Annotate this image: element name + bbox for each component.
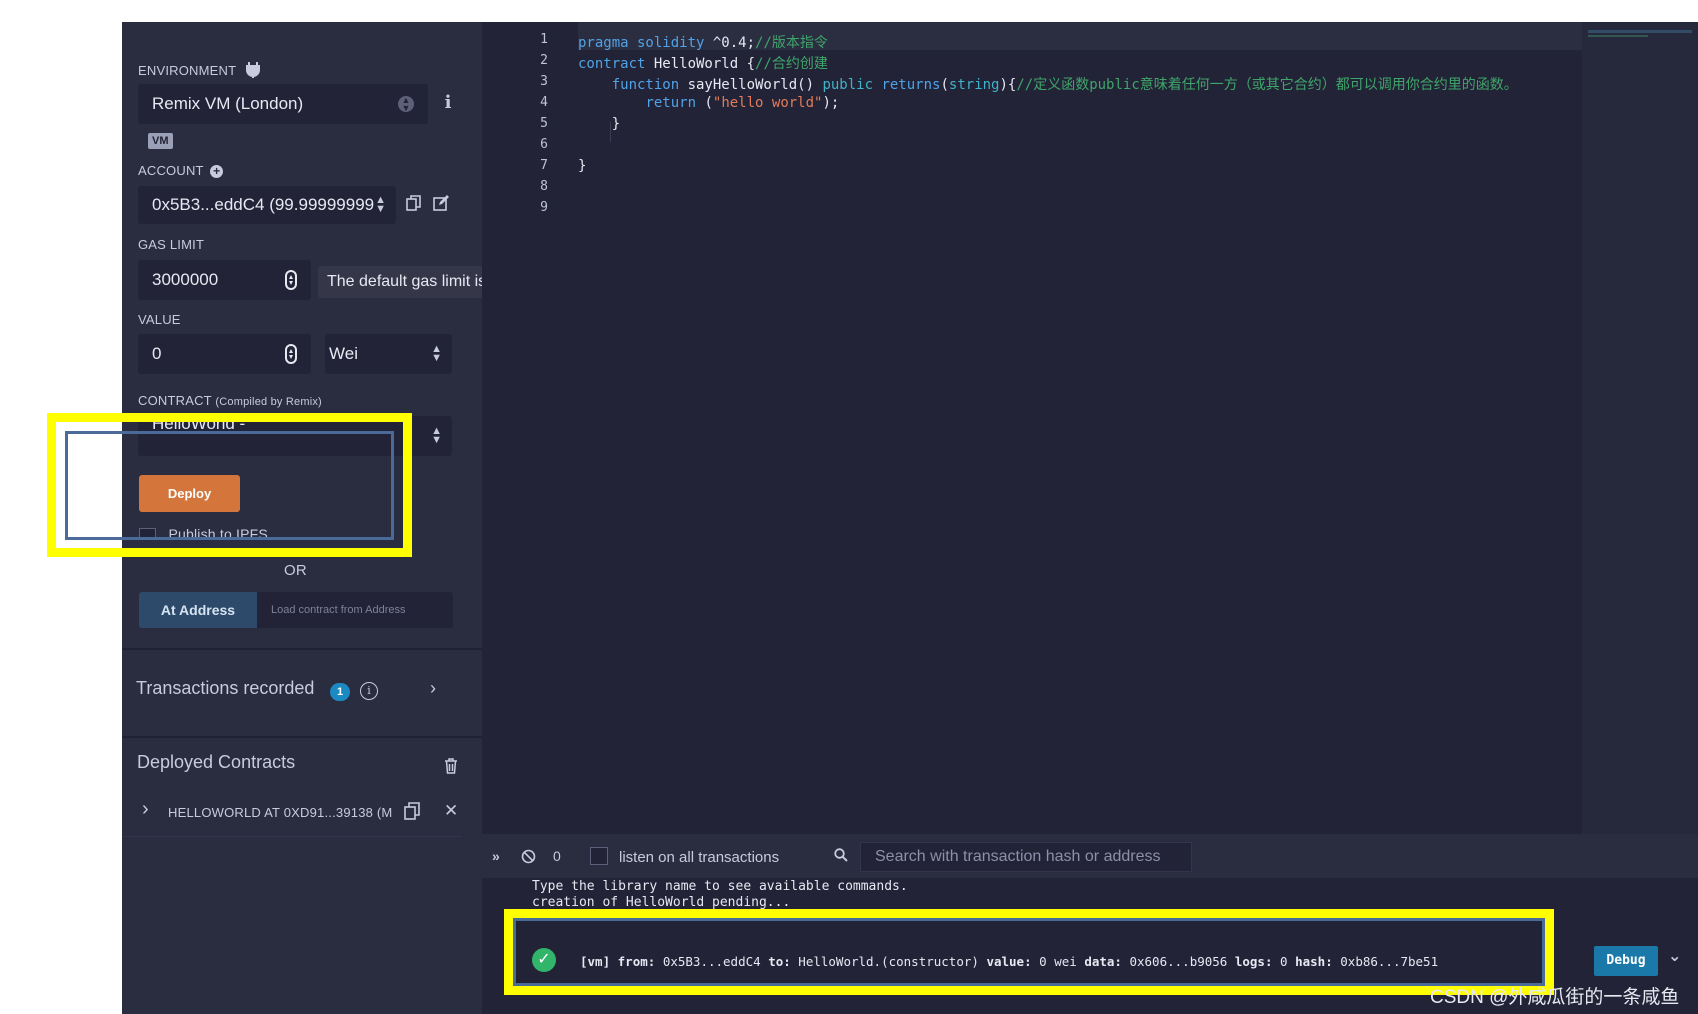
trash-icon[interactable]: [444, 758, 458, 779]
line-number: 8: [540, 179, 548, 194]
value-unit-select[interactable]: Wei ▲ ▼: [325, 334, 452, 374]
section-divider: [122, 736, 482, 738]
info-icon[interactable]: i: [440, 92, 456, 113]
value-input[interactable]: 0: [138, 334, 311, 374]
minimap[interactable]: [1582, 22, 1698, 834]
line-number: 9: [540, 200, 548, 215]
info-circle-icon[interactable]: i: [360, 682, 378, 700]
transaction-log[interactable]: [vm] from: 0x5B3...eddC4 to: HelloWorld.…: [580, 954, 1438, 969]
code-area[interactable]: [578, 22, 1582, 834]
code-line[interactable]: }: [578, 158, 586, 174]
listen-all-label: listen on all transactions: [619, 849, 780, 866]
clear-console-icon[interactable]: [521, 849, 536, 869]
value-label: VALUE: [138, 312, 181, 327]
code-token: contract: [578, 56, 654, 72]
listen-all-checkbox[interactable]: [590, 847, 608, 865]
deployed-contracts-title: Deployed Contracts: [137, 752, 296, 772]
or-label: OR: [284, 562, 307, 579]
transaction-search-input[interactable]: Search with transaction hash or address: [860, 842, 1192, 872]
line-number: 1: [540, 32, 548, 47]
contract-label: CONTRACT (Compiled by Remix): [138, 393, 322, 408]
search-icon: [834, 848, 848, 867]
chevron-right-icon[interactable]: ›: [430, 678, 436, 699]
edit-icon[interactable]: [432, 195, 450, 216]
vm-badge: VM: [148, 133, 173, 149]
code-token: ^0.4;: [712, 35, 756, 51]
code-line[interactable]: function sayHelloWorld() public returns(…: [578, 74, 1518, 94]
line-number: 3: [540, 74, 548, 89]
line-number: 6: [540, 137, 548, 152]
terminal-line: creation of HelloWorld pending...: [532, 895, 791, 910]
success-check-icon: ✓: [532, 948, 556, 972]
pending-tx-counter: 0: [553, 848, 561, 864]
code-line[interactable]: pragma solidity ^0.4;//版本指令: [578, 32, 828, 52]
indent-guide: [610, 122, 611, 142]
highlight-annotation: [47, 413, 412, 557]
environment-select[interactable]: Remix VM (London) ▲ ▼: [138, 84, 428, 124]
environment-label: ENVIRONMENT: [138, 62, 260, 81]
code-token: function: [611, 77, 688, 93]
code-token: );: [822, 95, 840, 111]
watermark: CSDN @外咸瓜街的一条咸鱼: [1430, 987, 1680, 1008]
line-number: 2: [540, 53, 548, 68]
section-divider: [122, 648, 482, 650]
select-arrows-icon: ▲ ▼: [431, 343, 442, 364]
debug-button[interactable]: Debug: [1594, 946, 1658, 976]
section-divider: [122, 836, 462, 837]
code-line[interactable]: }: [578, 116, 620, 132]
terminal-line: Type the library name to see available c…: [532, 879, 908, 894]
code-token: "hello world": [712, 95, 823, 111]
line-number: 7: [540, 158, 548, 173]
code-token: HelloWorld {: [653, 56, 756, 72]
code-token: public: [822, 77, 882, 93]
chevron-right-icon[interactable]: ›: [142, 798, 149, 821]
number-spinner-icon[interactable]: [285, 344, 297, 364]
plus-circle-icon[interactable]: +: [210, 165, 224, 179]
select-arrows-icon: ▲ ▼: [431, 425, 442, 446]
copy-icon[interactable]: [404, 195, 422, 216]
code-token: (: [704, 95, 713, 111]
copy-icon[interactable]: [404, 802, 420, 825]
code-line[interactable]: contract HelloWorld {//合约创建: [578, 53, 828, 73]
number-spinner-icon[interactable]: [285, 270, 297, 290]
close-icon[interactable]: ✕: [444, 801, 458, 821]
code-token: sayHelloWorld(): [687, 77, 823, 93]
code-token: }: [578, 116, 621, 132]
code-token: returns: [881, 77, 941, 93]
code-token: (: [940, 77, 949, 93]
code-token: string: [948, 77, 1000, 93]
plug-icon: [245, 62, 260, 81]
at-address-button[interactable]: At Address: [139, 592, 257, 628]
gas-limit-label: GAS LIMIT: [138, 237, 205, 252]
code-token: ){: [999, 77, 1017, 93]
account-label: ACCOUNT +: [138, 163, 224, 179]
code-token: return: [645, 95, 705, 111]
line-number: 4: [540, 95, 548, 110]
transactions-recorded-header[interactable]: Transactions recorded 1 i ›: [136, 678, 470, 704]
code-token: //定义函数public意味着任何一方（或其它合约）都可以调用你合约里的函数。: [1016, 77, 1518, 93]
load-address-input[interactable]: Load contract from Address: [257, 592, 453, 628]
line-number: 5: [540, 116, 548, 131]
code-token: //合约创建: [755, 56, 828, 72]
transactions-count-badge: 1: [330, 683, 350, 701]
select-arrows-icon: ▲ ▼: [375, 194, 386, 215]
select-arrows-icon: ▲ ▼: [398, 96, 414, 113]
chevron-down-icon[interactable]: ⌄: [1668, 946, 1681, 966]
code-line[interactable]: return ("hello world");: [578, 95, 839, 111]
gas-limit-input[interactable]: 3000000: [138, 260, 311, 300]
highlight-annotation: [504, 909, 1554, 995]
deployed-contract-item[interactable]: › HELLOWORLD AT 0XD91...39138 (M ✕: [138, 798, 468, 826]
code-token: }: [578, 158, 587, 174]
collapse-terminal-icon[interactable]: »: [492, 848, 500, 864]
code-token: pragma solidity: [578, 35, 713, 51]
code-token: //版本指令: [755, 35, 828, 51]
account-select[interactable]: 0x5B3...eddC4 (99.99999999 ▲ ▼: [138, 186, 396, 224]
